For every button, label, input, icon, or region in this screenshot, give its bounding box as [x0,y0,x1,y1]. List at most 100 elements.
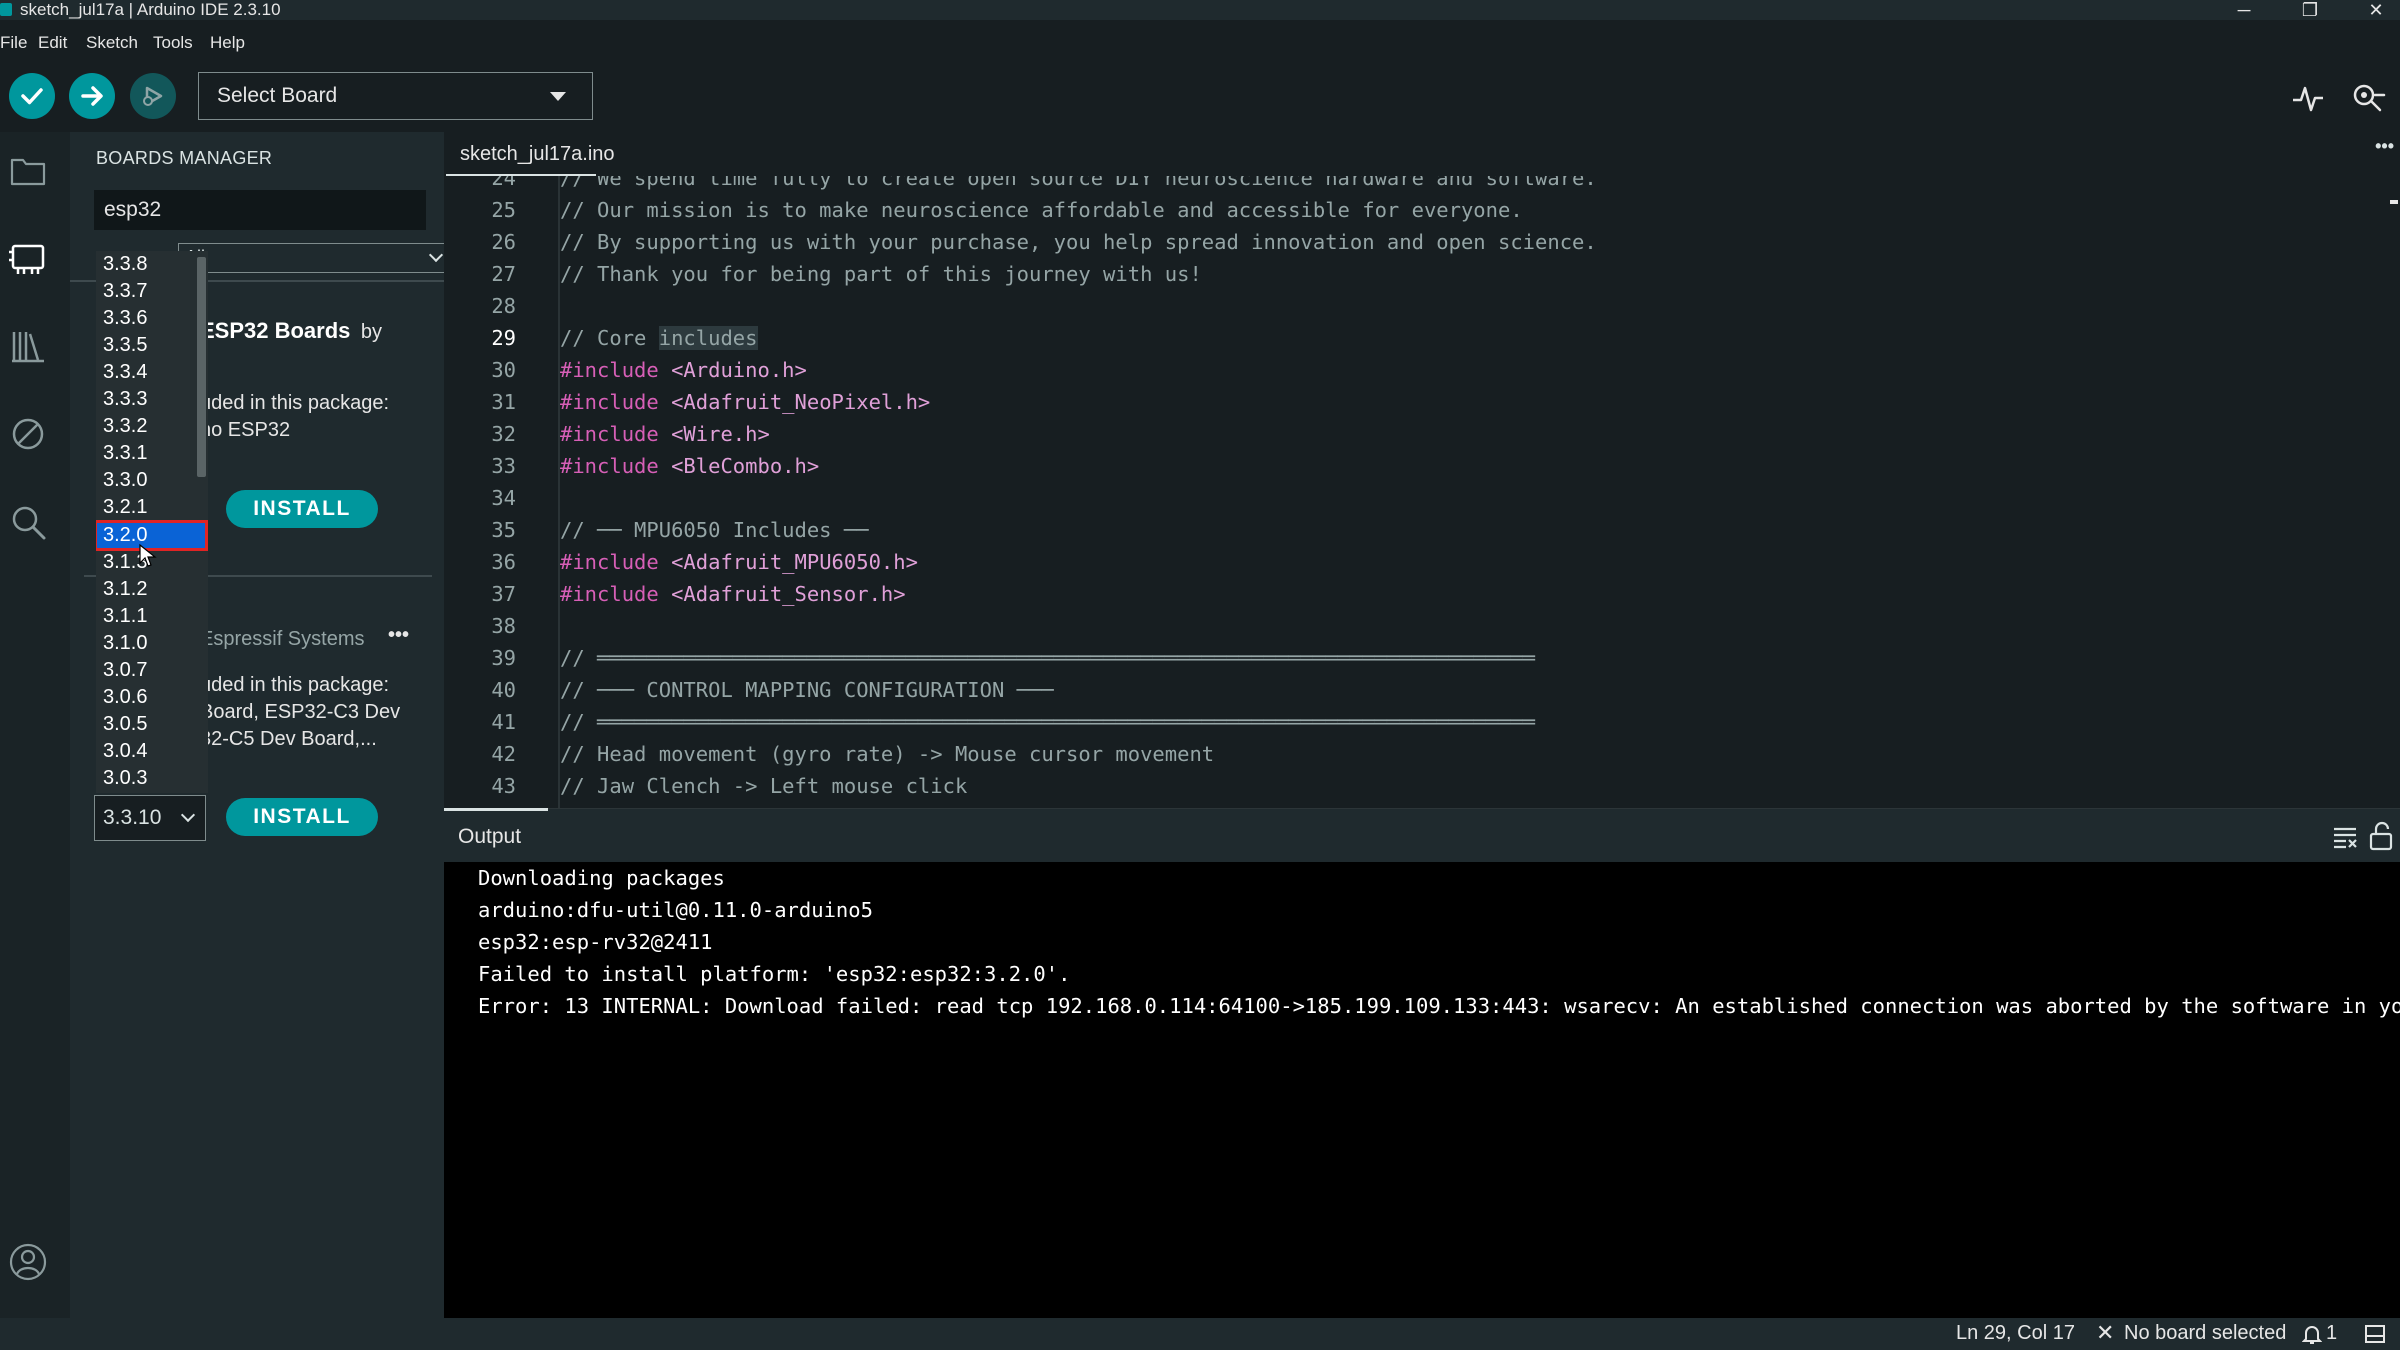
line-number: 36 [491,550,516,574]
minimize-button[interactable]: ─ [2222,0,2266,20]
code-line: 41 // ═══════════════════════════════════… [444,706,2344,738]
code-text: // By supporting us with your purchase, … [560,230,1597,254]
preprocessor-keyword: #include [560,550,672,574]
preprocessor-keyword: #include [560,390,672,414]
menu-file[interactable]: File [0,31,27,55]
code-line: 27 // Thank you for being part of this jo… [444,258,2344,290]
version-option[interactable]: 3.2.1 [96,494,196,521]
line-number: 25 [491,198,516,222]
board-card-title: ESP32 Boards by [200,318,382,346]
debug-button[interactable] [130,73,176,119]
version-option[interactable]: 3.3.3 [96,386,196,413]
output-line: arduino:dfu-util@0.11.0-arduino5 [478,898,873,922]
menu-tools[interactable]: Tools [153,31,193,55]
type-filter-select[interactable]: All [178,243,454,273]
code-line: 35 // ── MPU6050 Includes ── [444,514,2344,546]
code-line: 34 [444,482,2344,514]
arduino-app-icon [0,3,12,16]
version-option[interactable]: 3.0.4 [96,738,196,765]
version-option[interactable]: 3.3.4 [96,359,196,386]
version-option[interactable]: 3.0.7 [96,657,196,684]
code-line: 33 #include <BleCombo.h> [444,450,2344,482]
version-option[interactable]: 3.1.1 [96,603,196,630]
cursor-position[interactable]: Ln 29, Col 17 [1956,1322,2075,1345]
bell-icon[interactable] [2302,1323,2322,1345]
version-option[interactable]: 3.1.2 [96,576,196,603]
upload-button[interactable] [69,73,115,119]
library-icon[interactable] [8,326,48,366]
tab-sketch-file[interactable]: sketch_jul17a.ino [446,132,615,176]
serial-monitor-icon[interactable] [2348,78,2386,116]
line-number: 40 [491,678,516,702]
version-option[interactable]: 3.0.3 [96,765,196,792]
menu-bar: File Edit Sketch Tools Help [0,28,2400,58]
code-editor[interactable]: 24 // We spend time fully to create open … [444,176,2400,808]
serial-plotter-icon[interactable] [2290,80,2326,116]
clear-output-icon[interactable] [2332,825,2358,849]
line-number: 34 [491,486,516,510]
search-icon[interactable] [8,502,48,542]
boards-search-input[interactable] [94,190,426,230]
code-line: 39 // ═══════════════════════════════════… [444,642,2344,674]
debug-panel-icon[interactable] [8,414,48,454]
scrollbar-marker[interactable] [2390,200,2398,204]
code-text: // ── MPU6050 Includes ── [560,518,869,542]
code-line: 30 #include <Arduino.h> [444,354,2344,386]
version-dropdown-list[interactable]: 3.3.8 3.3.7 3.3.6 3.3.5 3.3.4 3.3.3 3.3.… [96,251,208,793]
version-option[interactable]: 3.3.1 [96,440,196,467]
code-text: // ═════════════════════════════════════… [560,710,1536,734]
line-number: 37 [491,582,516,606]
line-number: 38 [491,614,516,638]
line-number: 30 [491,358,516,382]
included-label: uded in this package: [200,674,390,696]
version-option[interactable]: 3.3.6 [96,305,196,332]
title-bar: sketch_jul17a | Arduino IDE 2.3.10 ─ ❐ ✕ [0,0,2400,20]
unlock-icon[interactable] [2368,821,2394,851]
dropdown-scrollbar[interactable] [197,257,206,477]
output-console[interactable]: Downloading packages arduino:dfu-util@0.… [444,862,2400,1318]
version-option[interactable]: 3.3.0 [96,467,196,494]
output-title[interactable]: Output [458,825,521,849]
chevron-down-icon [428,247,444,263]
board-status[interactable]: No board selected [2124,1322,2286,1345]
install-button[interactable]: INSTALL [226,798,378,836]
verify-button[interactable] [9,73,55,119]
version-option[interactable]: 3.3.8 [96,251,196,278]
output-line: Downloading packages [478,866,725,890]
line-number: 26 [491,230,516,254]
status-bar: Ln 29, Col 17 ✕ No board selected 1 [0,1318,2400,1350]
install-button[interactable]: INSTALL [226,490,378,528]
output-panel-header: Output [444,808,2400,862]
menu-help[interactable]: Help [210,31,245,55]
more-options-icon[interactable]: ••• [2375,136,2394,157]
board-selector[interactable]: Select Board [198,72,593,120]
check-icon [21,88,43,105]
version-option[interactable]: 3.3.7 [96,278,196,305]
boards-manager-icon[interactable] [8,238,48,278]
toggle-panel-icon[interactable] [2364,1324,2386,1344]
folder-icon[interactable] [8,150,48,190]
code-text: // Our mission is to make neuroscience a… [560,198,1523,222]
menu-sketch[interactable]: Sketch [86,31,138,55]
code-text: // Jaw Clench -> Left mouse click [560,774,968,798]
line-number: 28 [491,294,516,318]
code-line: 42 // Head movement (gyro rate) -> Mouse … [444,738,2344,770]
more-options-icon[interactable]: ••• [388,622,409,649]
restore-button[interactable]: ❐ [2288,0,2332,20]
version-option[interactable]: 3.3.5 [96,332,196,359]
menu-edit[interactable]: Edit [38,31,67,55]
board-selector-label: Select Board [217,84,338,107]
version-option[interactable]: 3.3.2 [96,413,196,440]
gutter-divider [558,176,560,808]
version-option[interactable]: 3.0.6 [96,684,196,711]
version-option[interactable]: 3.1.0 [96,630,196,657]
close-button[interactable]: ✕ [2354,0,2398,20]
version-option[interactable]: 3.0.5 [96,711,196,738]
version-select[interactable]: 3.3.10 [94,795,206,841]
header-name: <Wire.h> [671,422,770,446]
preprocessor-keyword: #include [560,582,672,606]
code-text: // Head movement (gyro rate) -> Mouse cu… [560,742,1215,766]
line-number: 32 [491,422,516,446]
account-icon[interactable] [8,1242,48,1282]
code-text: // We spend time fully to create open so… [560,176,1597,190]
